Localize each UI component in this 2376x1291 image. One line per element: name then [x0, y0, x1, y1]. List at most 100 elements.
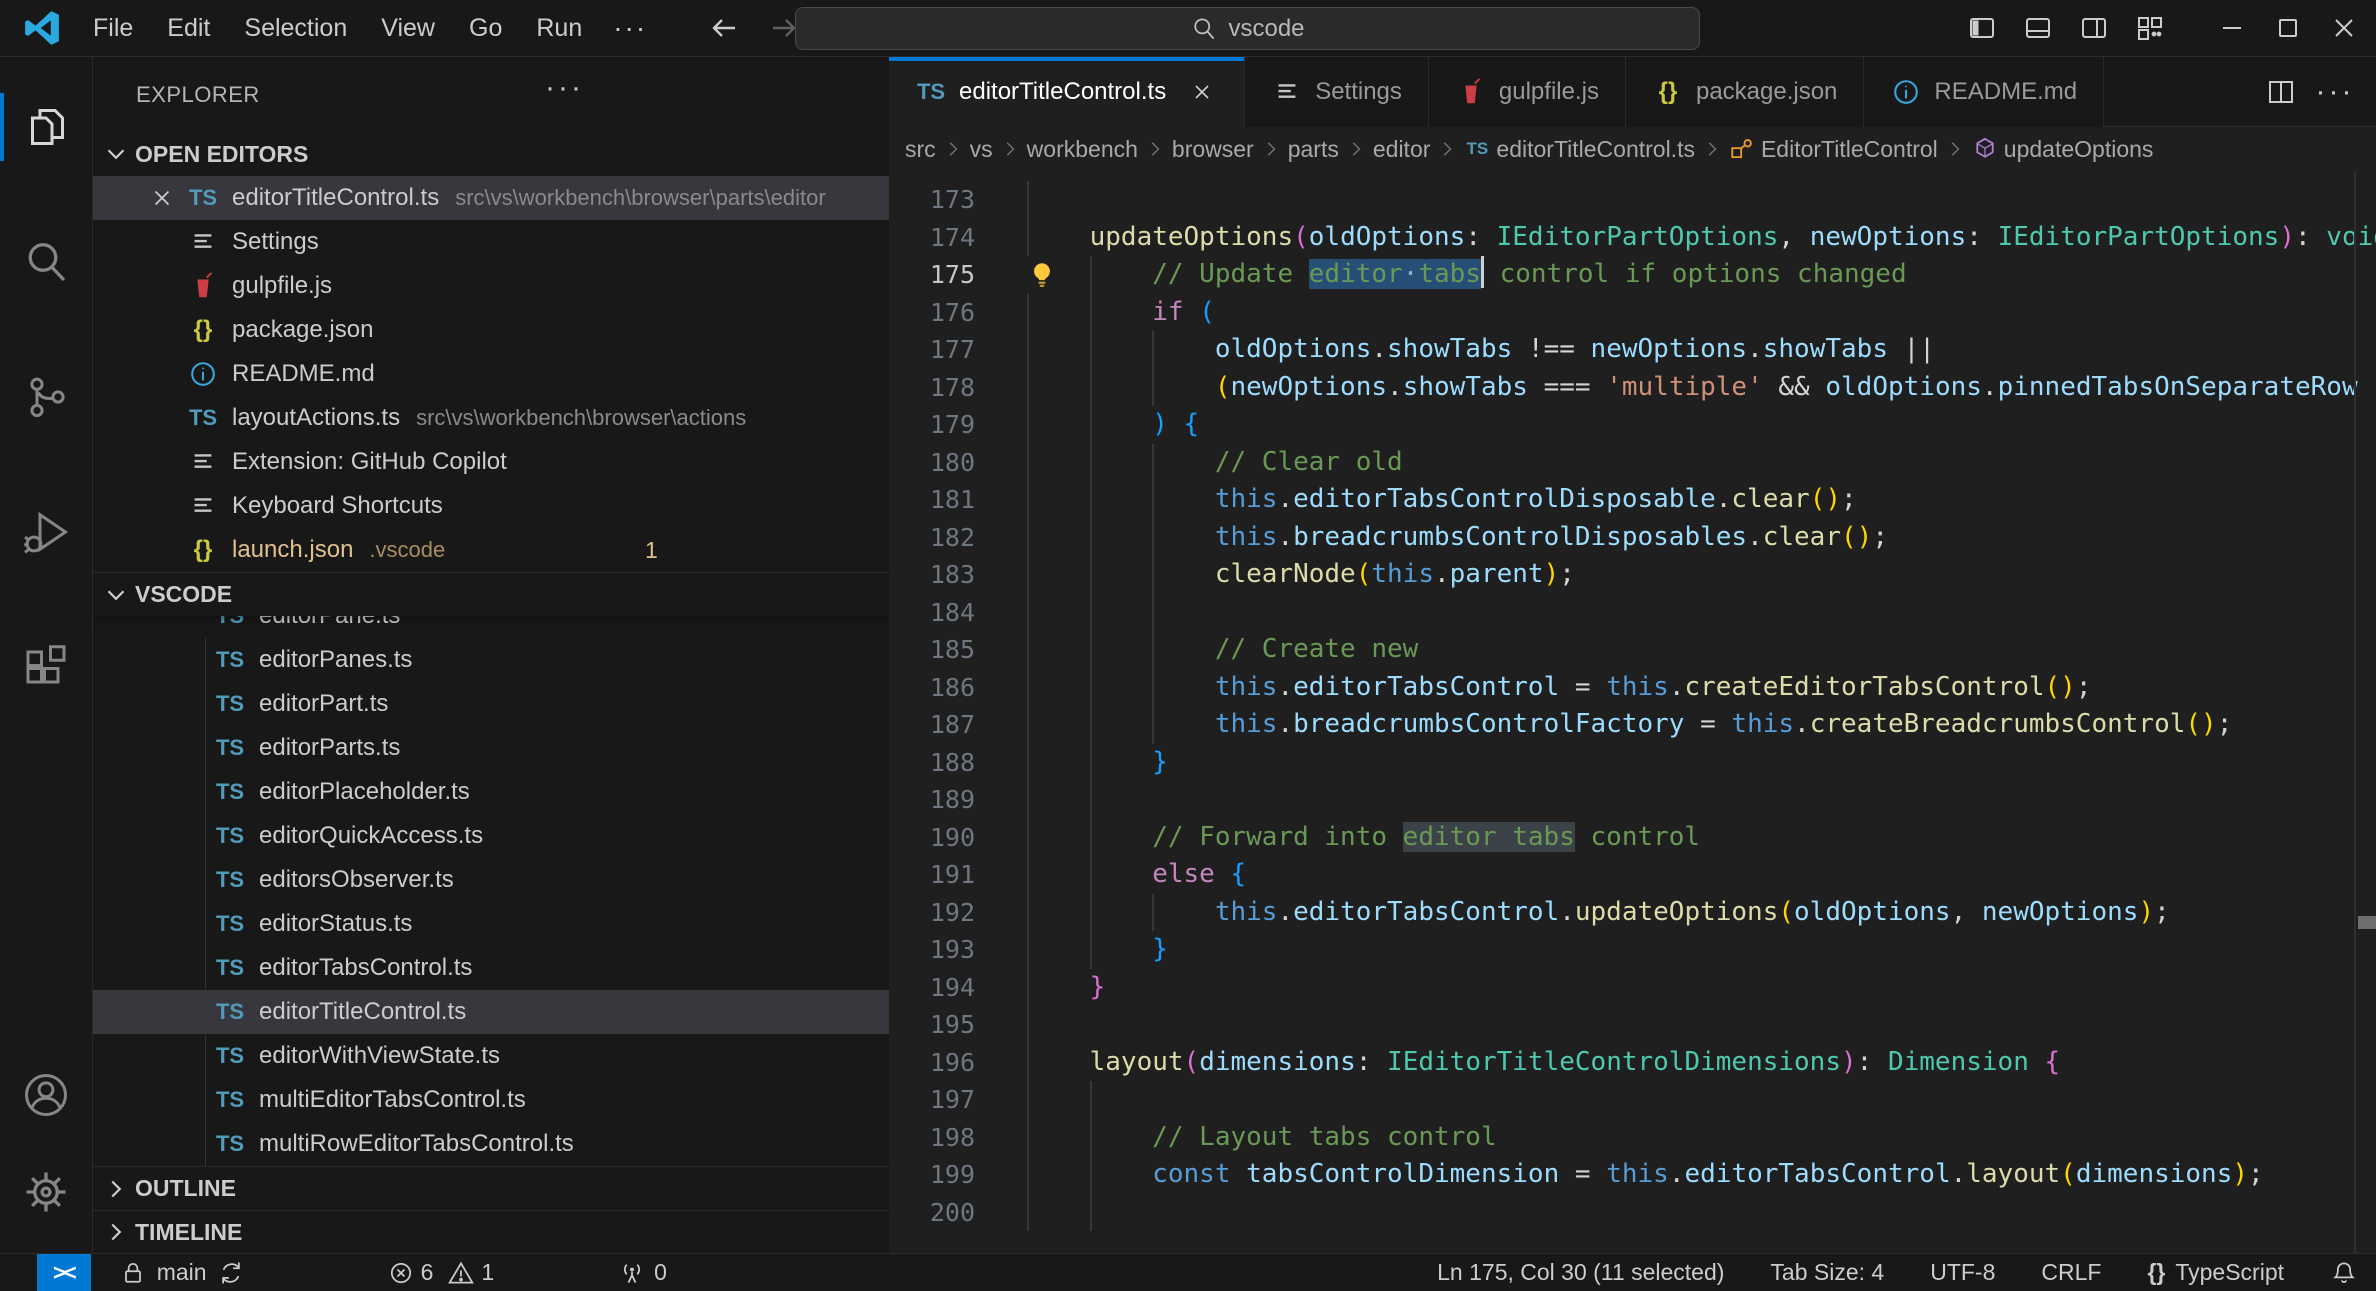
code-line-183[interactable]: 183 clearNode(this.parent); [889, 556, 2376, 594]
scrollbar[interactable] [2354, 171, 2356, 1253]
tree-row[interactable]: TS editorPlaceholder.ts [93, 770, 889, 814]
open-editor-row[interactable]: TS layoutActions.ts src\vs\workbench\brows… [93, 396, 889, 440]
language-mode-item[interactable]: {} TypeScript [2147, 1254, 2284, 1291]
code-line-199[interactable]: 199 const tabsControlDimension = this.edi… [889, 1156, 2376, 1194]
tab-editortitlecontrol-ts[interactable]: TS editorTitleControl.ts [889, 57, 1246, 127]
breadcrumb-item[interactable]: vs [970, 136, 993, 163]
code-line-182[interactable]: 182 this.breadcrumbsControlDisposables.cl… [889, 518, 2376, 556]
code-line-175[interactable]: 175 // Update editor·tabs control if opti… [889, 256, 2376, 294]
folder-section-header[interactable]: VSCODE [93, 572, 889, 616]
tree-row[interactable]: TS multiRowEditorTabsControl.ts [93, 1122, 889, 1166]
code-line-194[interactable]: 194} [889, 968, 2376, 1006]
breadcrumb-item[interactable]: EditorTitleControl [1729, 136, 1938, 163]
minimize-icon[interactable] [2204, 0, 2260, 56]
menu-item-file[interactable]: File [76, 0, 150, 57]
code-line-174[interactable]: 174 updateOptions(oldOptions: IEditorPart… [889, 218, 2376, 256]
activity-search-icon[interactable] [0, 214, 92, 310]
remote-indicator[interactable]: >< [37, 1253, 91, 1291]
code-line-187[interactable]: 187 this.breadcrumbsControlFactory = this… [889, 706, 2376, 744]
tab-gulpfile-js[interactable]: gulpfile.js [1428, 57, 1626, 127]
breadcrumb-item[interactable]: updateOptions [1972, 136, 2153, 163]
code-line-178[interactable]: 178 (newOptions.showTabs === 'multiple' &… [889, 368, 2376, 406]
cursor-position-item[interactable]: Ln 175, Col 30 (11 selected) [1437, 1254, 1724, 1291]
open-editor-row[interactable]: README.md [93, 352, 889, 396]
activity-extensions-icon[interactable] [0, 619, 92, 715]
eol-item[interactable]: CRLF [2041, 1254, 2101, 1291]
git-branch-item[interactable]: main [155, 1254, 245, 1291]
indentation-item[interactable]: Tab Size: 4 [1770, 1254, 1884, 1291]
lightbulb-icon[interactable] [1027, 256, 1090, 294]
code-line-196[interactable]: 196 layout(dimensions: IEditorTitleContro… [889, 1043, 2376, 1081]
open-editor-row[interactable]: Settings [93, 220, 889, 264]
breadcrumb-item[interactable]: browser [1172, 136, 1254, 163]
toggle-panel-icon[interactable] [2010, 0, 2066, 56]
more-actions-button[interactable]: ··· [2312, 69, 2358, 115]
activity-accounts-icon[interactable] [0, 1047, 92, 1143]
command-center-search[interactable]: vscode [795, 7, 1700, 50]
tree-row[interactable]: TS editorWithViewState.ts [93, 1034, 889, 1078]
code-line-173[interactable]: 173 [889, 181, 2376, 219]
code-line-197[interactable]: 197 [889, 1081, 2376, 1119]
close-icon[interactable] [1186, 76, 1218, 108]
close-window-icon[interactable] [2316, 0, 2372, 56]
code-line-191[interactable]: 191 else { [889, 856, 2376, 894]
open-editor-row[interactable]: {} launch.json .vscode 1 [93, 528, 889, 572]
tree-row[interactable]: TS editorPart.ts [93, 682, 889, 726]
activity-files-icon[interactable] [0, 79, 92, 175]
code-line-181[interactable]: 181 this.editorTabsControlDisposable.clea… [889, 481, 2376, 519]
breadcrumb-item[interactable]: editor [1373, 136, 1431, 163]
close-icon[interactable] [145, 181, 179, 215]
code-line-192[interactable]: 192 this.editorTabsControl.updateOptions(… [889, 893, 2376, 931]
timeline-header[interactable]: TIMELINE [93, 1210, 889, 1253]
breadcrumb-item[interactable]: parts [1288, 136, 1339, 163]
breadcrumb-item[interactable]: TS editorTitleControl.ts [1464, 136, 1695, 163]
tab-readme-md[interactable]: README.md [1864, 57, 2105, 127]
outline-header[interactable]: OUTLINE [93, 1166, 889, 1210]
customize-layout-icon[interactable] [2122, 0, 2178, 56]
code-line-186[interactable]: 186 this.editorTabsControl = this.createE… [889, 668, 2376, 706]
menu-item-edit[interactable]: Edit [150, 0, 227, 57]
open-editor-row[interactable]: TS editorTitleControl.ts src\vs\workbench\… [93, 176, 889, 220]
code-line-184[interactable]: 184 [889, 593, 2376, 631]
open-editor-row[interactable]: Keyboard Shortcuts [93, 484, 889, 528]
tree-row[interactable]: TS editorStatus.ts [93, 902, 889, 946]
menu-item-run[interactable]: Run [519, 0, 599, 57]
maximize-icon[interactable] [2260, 0, 2316, 56]
tab-package-json[interactable]: {} package.json [1625, 57, 1865, 127]
code-line-193[interactable]: 193} [889, 931, 2376, 969]
code-line-190[interactable]: 190 // Forward into editor tabs control [889, 818, 2376, 856]
menu-item-go[interactable]: Go [452, 0, 519, 57]
back-icon[interactable] [701, 5, 747, 51]
breadcrumb-item[interactable]: src [905, 136, 936, 163]
tree-row-clipped[interactable]: TS editorPane.ts [93, 616, 889, 638]
open-editor-row[interactable]: gulpfile.js [93, 264, 889, 308]
workspace-trust-lock-icon[interactable] [119, 1254, 147, 1291]
open-editors-header[interactable]: OPEN EDITORS [93, 132, 889, 176]
ports-item[interactable]: 0 [618, 1254, 667, 1291]
code-line-179[interactable]: 179) { [889, 406, 2376, 444]
code-editor[interactable]: 173 174 updateOptions(oldOptions: IEditorP… [889, 171, 2376, 1253]
toggle-secondary-sidebar-icon[interactable] [2066, 0, 2122, 56]
menu-more-button[interactable]: ··· [599, 12, 661, 44]
tree-row[interactable]: TS editorQuickAccess.ts [93, 814, 889, 858]
tree-row[interactable]: TS editorParts.ts [93, 726, 889, 770]
tree-row[interactable]: TS editorTitleControl.ts [93, 990, 889, 1034]
activity-source-control-icon[interactable] [0, 349, 92, 445]
code-line-200[interactable]: 200 [889, 1193, 2376, 1231]
menu-item-view[interactable]: View [364, 0, 452, 57]
code-line-177[interactable]: 177 oldOptions.showTabs !== newOptions.sh… [889, 331, 2376, 369]
code-line-185[interactable]: 185 // Create new [889, 631, 2376, 669]
code-line-188[interactable]: 188} [889, 743, 2376, 781]
toggle-primary-sidebar-icon[interactable] [1954, 0, 2010, 56]
tree-row[interactable]: TS multiEditorTabsControl.ts [93, 1078, 889, 1122]
code-line-198[interactable]: 198 // Layout tabs control [889, 1118, 2376, 1156]
notifications-bell-icon[interactable] [2330, 1254, 2358, 1291]
tree-row[interactable]: TS editorsObserver.ts [93, 858, 889, 902]
tree-row[interactable]: TS editorPanes.ts [93, 638, 889, 682]
breadcrumb-item[interactable]: workbench [1027, 136, 1138, 163]
tree-row[interactable]: TS editorTabsControl.ts [93, 946, 889, 990]
code-line-180[interactable]: 180 // Clear old [889, 443, 2376, 481]
code-line-189[interactable]: 189 [889, 781, 2376, 819]
split-editor-icon[interactable] [2258, 69, 2304, 115]
activity-run-debug-icon[interactable] [0, 484, 92, 580]
